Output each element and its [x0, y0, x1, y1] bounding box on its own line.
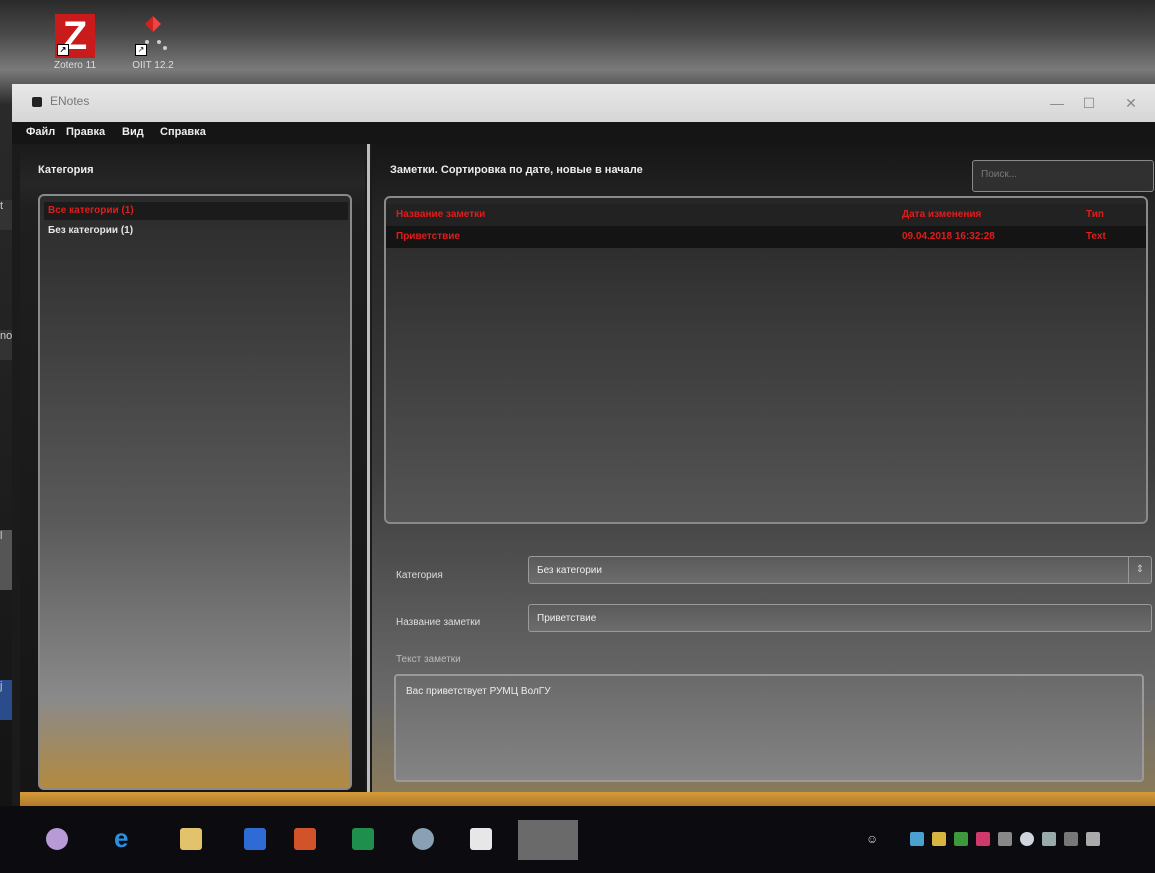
- oiit-icon: ↗: [133, 14, 173, 58]
- status-strip: [20, 792, 1155, 806]
- edge-fragment: j: [0, 680, 12, 720]
- desktop-icon-label: OIIT 12.2: [132, 60, 174, 71]
- search-placeholder: Поиск...: [981, 169, 1018, 180]
- network-icon[interactable]: [1042, 832, 1056, 846]
- desktop-icon-label: Zotero 11: [53, 60, 97, 71]
- menu-edit[interactable]: Правка: [66, 126, 105, 138]
- category-item-uncategorized[interactable]: Без категории (1): [44, 222, 348, 240]
- tools-icon[interactable]: [932, 832, 946, 846]
- powerpoint-icon[interactable]: [294, 828, 316, 850]
- edge-fragment: l: [0, 530, 12, 590]
- app-icon-tray[interactable]: [976, 832, 990, 846]
- shield-icon[interactable]: [1020, 832, 1034, 846]
- menu-bar: Файл Правка Вид Справка: [12, 122, 1155, 144]
- app-icon: [32, 97, 42, 107]
- desktop-icon-oiit[interactable]: ↗ OIIT 12.2: [118, 14, 188, 71]
- table-row[interactable]: Приветствие 09.04.2018 16:32:28 Text: [386, 226, 1146, 248]
- note-text-label: Текст заметки: [396, 654, 461, 665]
- note-name-value: Приветствие: [537, 613, 597, 624]
- close-button[interactable]: ✕: [1116, 92, 1146, 114]
- desktop-icon-zotero[interactable]: Z ↗ Zotero 11: [40, 14, 110, 71]
- usb-icon[interactable]: [998, 832, 1012, 846]
- categories-list: Все категории (1) Без категории (1): [38, 194, 352, 790]
- edge-fragment: no: [0, 330, 12, 360]
- menu-view[interactable]: Вид: [122, 126, 144, 138]
- window-title: ENotes: [50, 94, 90, 108]
- category-label: Категория: [396, 570, 443, 581]
- zotero-icon: Z ↗: [55, 14, 95, 58]
- column-header-type[interactable]: Тип: [1086, 204, 1104, 226]
- panel-splitter[interactable]: [367, 144, 370, 794]
- menu-help[interactable]: Справка: [160, 126, 206, 138]
- cell-name: Приветствие: [396, 231, 460, 242]
- enotes-icon[interactable]: [518, 820, 578, 860]
- categories-header: Категория: [38, 164, 94, 176]
- download-icon[interactable]: [954, 832, 968, 846]
- category-item-all[interactable]: Все категории (1): [44, 202, 348, 220]
- edge-fragment: t: [0, 200, 12, 230]
- paint-icon[interactable]: [412, 828, 434, 850]
- desktop-icon[interactable]: [1086, 832, 1100, 846]
- cell-type: Text: [1086, 231, 1106, 242]
- word-icon[interactable]: [244, 828, 266, 850]
- notes-header: Заметки. Сортировка по дате, новые в нач…: [390, 164, 643, 176]
- file-explorer-icon[interactable]: [180, 828, 202, 850]
- note-text-area[interactable]: Вас приветствует РУМЦ ВолГУ: [394, 674, 1144, 782]
- cell-date: 09.04.2018 16:32:28: [902, 231, 995, 242]
- cortana-icon[interactable]: [46, 828, 68, 850]
- app-window: ENotes — ☐ ✕ Файл Правка Вид Справка Кат…: [12, 84, 1155, 806]
- column-header-date[interactable]: Дата изменения: [902, 204, 981, 226]
- notes-icon[interactable]: [910, 832, 924, 846]
- people-icon[interactable]: ☺: [866, 832, 880, 846]
- search-input[interactable]: Поиск...: [972, 160, 1154, 192]
- maximize-button[interactable]: ☐: [1074, 92, 1104, 114]
- categories-panel: Категория Все категории (1) Без категори…: [20, 144, 365, 794]
- category-select-value: Без категории: [537, 565, 602, 576]
- chat-icon[interactable]: [1064, 832, 1078, 846]
- acrobat-icon[interactable]: [470, 828, 492, 850]
- note-name-input[interactable]: Приветствие: [528, 604, 1152, 632]
- category-select[interactable]: Без категории ⇕: [528, 556, 1152, 584]
- menu-file[interactable]: Файл: [26, 126, 55, 138]
- title-bar[interactable]: ENotes — ☐ ✕: [12, 84, 1155, 122]
- minimize-button[interactable]: —: [1042, 92, 1072, 114]
- edge-icon[interactable]: e: [114, 825, 136, 851]
- spinner-icon[interactable]: ⇕: [1128, 557, 1151, 583]
- note-text-value: Вас приветствует РУМЦ ВолГУ: [406, 686, 551, 697]
- taskbar: e ☺: [0, 806, 1155, 873]
- table-header: Название заметки Дата изменения Тип: [386, 204, 1146, 226]
- notes-table: Название заметки Дата изменения Тип Прив…: [384, 196, 1148, 524]
- note-name-label: Название заметки: [396, 617, 481, 628]
- column-header-name[interactable]: Название заметки: [396, 204, 485, 226]
- excel-icon[interactable]: [352, 828, 374, 850]
